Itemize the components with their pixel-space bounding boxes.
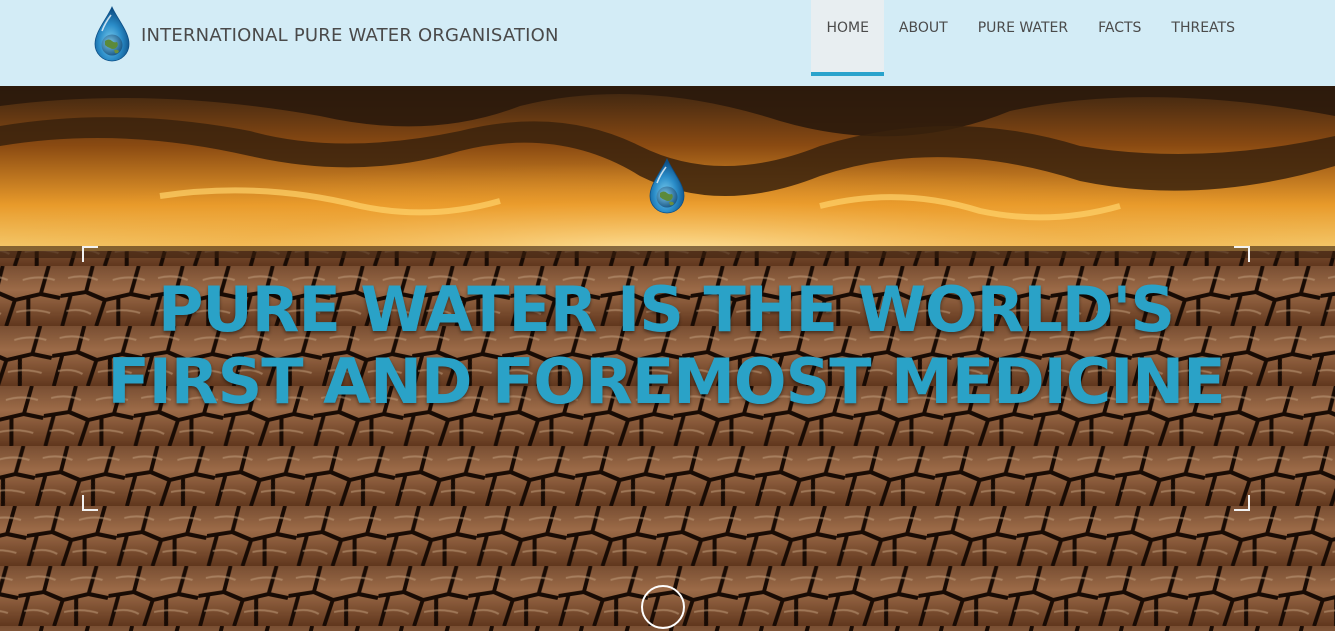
nav-item-pure-water[interactable]: PURE WATER [963, 0, 1083, 76]
headline-frame: PURE WATER IS THE WORLD'S FIRST AND FORE… [82, 246, 1250, 511]
nav-item-label: ABOUT [898, 20, 948, 36]
water-drop-globe-icon [647, 158, 687, 216]
frame-corner [1234, 495, 1250, 511]
nav-item-threats[interactable]: THREATS [1156, 0, 1250, 76]
brand-link[interactable]: INTERNATIONAL PURE WATER ORGANISATION [92, 6, 559, 64]
nav-item-label: FACTS [1098, 20, 1142, 36]
water-drop-globe-icon [92, 6, 132, 64]
nav-item-about[interactable]: ABOUT [884, 0, 963, 76]
top-navbar: INTERNATIONAL PURE WATER ORGANISATION HO… [0, 0, 1335, 86]
main-nav: HOME ABOUT PURE WATER FACTS THREATS [811, 0, 1250, 76]
nav-item-label: THREATS [1171, 20, 1235, 36]
nav-item-label: PURE WATER [977, 20, 1069, 36]
scroll-down-icon[interactable] [641, 585, 685, 629]
hero-headline: PURE WATER IS THE WORLD'S FIRST AND FORE… [107, 273, 1225, 418]
frame-corner [82, 495, 98, 511]
nav-item-label: HOME [826, 20, 869, 36]
frame-corner [82, 246, 98, 262]
nav-item-home[interactable]: HOME [811, 0, 885, 76]
brand-name: INTERNATIONAL PURE WATER ORGANISATION [141, 24, 559, 46]
hero-section: PURE WATER IS THE WORLD'S FIRST AND FORE… [0, 86, 1335, 631]
frame-corner [1234, 246, 1250, 262]
nav-item-facts[interactable]: FACTS [1083, 0, 1156, 76]
